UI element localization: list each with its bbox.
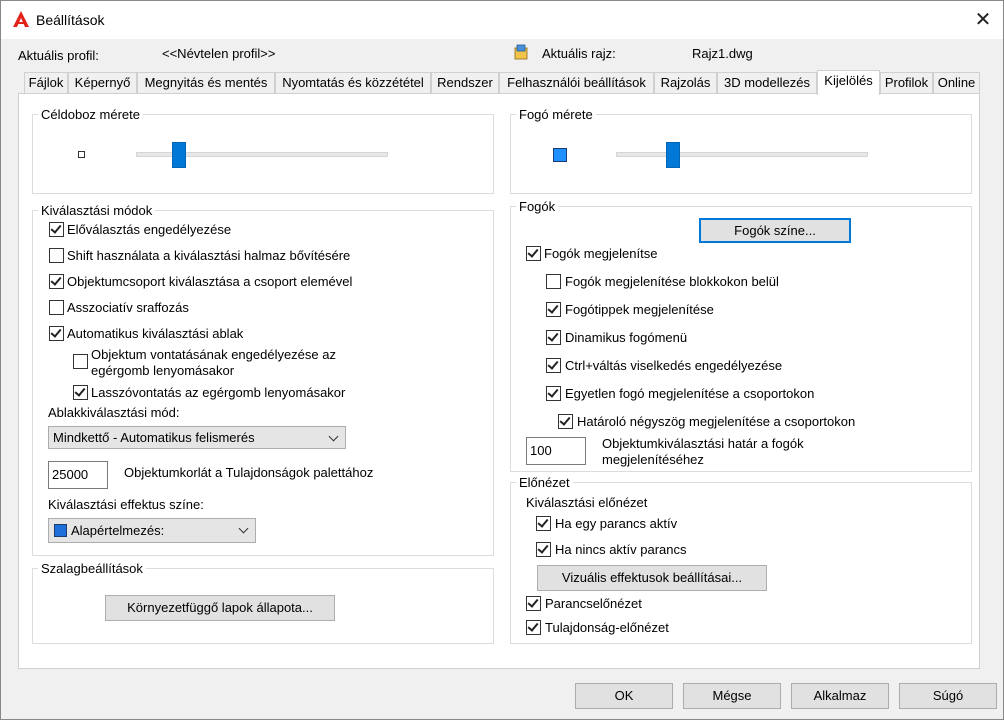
selection-preview-subtitle: Kiválasztási előnézet (526, 495, 648, 510)
grips-in-blocks-checkbox[interactable] (546, 274, 561, 289)
current-drawing-label: Aktuális rajz: (542, 46, 616, 61)
object-grouping-label: Objektumcsoport kiválasztása a csoport e… (67, 274, 353, 289)
window-selection-method-label: Ablakkiválasztási mód: (48, 405, 180, 420)
grip-preview (553, 148, 567, 162)
autocad-logo-icon (13, 11, 29, 27)
press-and-drag-checkbox[interactable] (73, 354, 88, 369)
tab-selection[interactable]: Kijelölés (817, 70, 880, 95)
grip-colors-button[interactable]: Fogók színe... (699, 218, 851, 243)
chevron-down-icon (238, 523, 249, 534)
tab-user-preferences[interactable]: Felhasználói beállítások (499, 72, 654, 94)
grip-slider-track[interactable] (616, 152, 868, 157)
preview-command-active-label: Ha egy parancs aktív (555, 516, 678, 531)
tab-open-and-save[interactable]: Megnyitás és mentés (137, 72, 275, 94)
grip-object-limit-label-line1: Objektumkiválasztási határ a fogók (602, 436, 804, 451)
tab-system[interactable]: Rendszer (431, 72, 499, 94)
ctrl-cycling-label: Ctrl+váltás viselkedés engedélyezése (565, 358, 783, 373)
preview-command-active-checkbox[interactable] (536, 516, 551, 531)
ok-button[interactable]: OK (575, 683, 673, 709)
window-selection-method-dropdown[interactable]: Mindkettő - Automatikus felismerés (48, 426, 346, 449)
single-grip-on-groups-label: Egyetlen fogó megjelenítése a csoportoko… (565, 386, 815, 401)
tab-profiles[interactable]: Profilok (880, 72, 933, 94)
grip-size-title: Fogó mérete (516, 107, 596, 122)
show-grips-checkbox[interactable] (526, 246, 541, 261)
cancel-button[interactable]: Mégse (683, 683, 781, 709)
press-and-drag-label-line2: egérgomb lenyomásakor (91, 363, 235, 378)
apply-button[interactable]: Alkalmaz (791, 683, 889, 709)
associative-hatch-checkbox[interactable] (49, 300, 64, 315)
command-preview-label: Parancselőnézet (545, 596, 642, 611)
tab-online[interactable]: Online (933, 72, 980, 94)
implied-windowing-checkbox[interactable] (49, 326, 64, 341)
press-and-drag-label-line1: Objektum vontatásának engedélyezése az (91, 347, 336, 362)
ribbon-options-title: Szalagbeállítások (38, 561, 146, 576)
pickbox-size-title: Céldoboz mérete (38, 107, 143, 122)
implied-windowing-label: Automatikus kiválasztási ablak (67, 326, 244, 341)
dynamic-grip-menu-checkbox[interactable] (546, 330, 561, 345)
tab-plot-and-publish[interactable]: Nyomtatás és közzététel (275, 72, 431, 94)
ctrl-cycling-checkbox[interactable] (546, 358, 561, 373)
lasso-checkbox[interactable] (73, 385, 88, 400)
noun-verb-selection-checkbox[interactable] (49, 222, 64, 237)
tab-files[interactable]: Fájlok (24, 72, 68, 94)
tab-3d-modeling[interactable]: 3D modellezés (717, 72, 817, 94)
command-preview-checkbox[interactable] (526, 596, 541, 611)
contextual-tab-states-button[interactable]: Környezetfüggő lapok állapota... (105, 595, 335, 621)
single-grip-on-groups-checkbox[interactable] (546, 386, 561, 401)
help-button[interactable]: Súgó (899, 683, 997, 709)
selection-effect-color-label: Kiválasztási effektus színe: (48, 497, 204, 512)
grips-title: Fogók (516, 199, 559, 214)
close-icon[interactable]: ✕ (963, 4, 1003, 36)
title-bar: Beállítások ✕ (1, 1, 1003, 39)
window-selection-method-value: Mindkettő - Automatikus felismerés (53, 430, 255, 445)
shift-add-checkbox[interactable] (49, 248, 64, 263)
current-drawing-value: Rajz1.dwg (692, 46, 753, 61)
noun-verb-selection-label: Előválasztás engedélyezése (67, 222, 232, 237)
current-profile-value: <<Névtelen profil>> (162, 46, 276, 61)
visual-effect-settings-button[interactable]: Vizuális effektusok beállításai... (537, 565, 767, 591)
pickbox-preview (78, 151, 85, 158)
selection-modes-title: Kiválasztási módok (38, 203, 156, 218)
dynamic-grip-menu-label: Dinamikus fogómenü (565, 330, 688, 345)
selection-effect-color-dropdown[interactable]: Alapértelmezés: (48, 518, 256, 543)
color-swatch-icon (54, 524, 67, 537)
grip-object-limit-label-line2: megjelenítéséhez (602, 452, 704, 467)
selection-effect-color-value: Alapértelmezés: (71, 523, 165, 538)
preview-no-command-label: Ha nincs aktív parancs (555, 542, 687, 557)
current-profile-label: Aktuális profil: (18, 48, 99, 63)
grip-object-limit-input[interactable]: 100 (526, 437, 586, 465)
shift-add-label: Shift használata a kiválasztási halmaz b… (67, 248, 351, 263)
bounding-box-on-groups-label: Határoló négyszög megjelenítése a csopor… (577, 414, 856, 429)
bounding-box-on-groups-checkbox[interactable] (558, 414, 573, 429)
property-preview-label: Tulajdonság-előnézet (545, 620, 669, 635)
chevron-down-icon (328, 431, 339, 442)
associative-hatch-label: Asszociatív sraffozás (67, 300, 189, 315)
options-dialog: Beállítások ✕ Aktuális profil: <<Névtele… (0, 0, 1004, 720)
tab-drafting[interactable]: Rajzolás (654, 72, 717, 94)
grip-tips-label: Fogótippek megjelenítése (565, 302, 714, 317)
drawing-icon (514, 44, 528, 60)
show-grips-label: Fogók megjelenítse (544, 246, 658, 261)
object-grouping-checkbox[interactable] (49, 274, 64, 289)
grip-tips-checkbox[interactable] (546, 302, 561, 317)
tab-display[interactable]: Képernyő (68, 72, 137, 94)
object-limit-input[interactable]: 25000 (48, 461, 108, 489)
preview-title: Előnézet (516, 475, 573, 490)
pickbox-slider-thumb[interactable] (172, 142, 186, 168)
grips-in-blocks-label: Fogók megjelenítése blokkokon belül (565, 274, 779, 289)
grip-slider-thumb[interactable] (666, 142, 680, 168)
lasso-label: Lasszóvontatás az egérgomb lenyomásakor (91, 385, 346, 400)
property-preview-checkbox[interactable] (526, 620, 541, 635)
object-limit-label: Objektumkorlát a Tulajdonságok palettáho… (124, 465, 374, 480)
preview-no-command-checkbox[interactable] (536, 542, 551, 557)
window-title: Beállítások (36, 12, 105, 28)
